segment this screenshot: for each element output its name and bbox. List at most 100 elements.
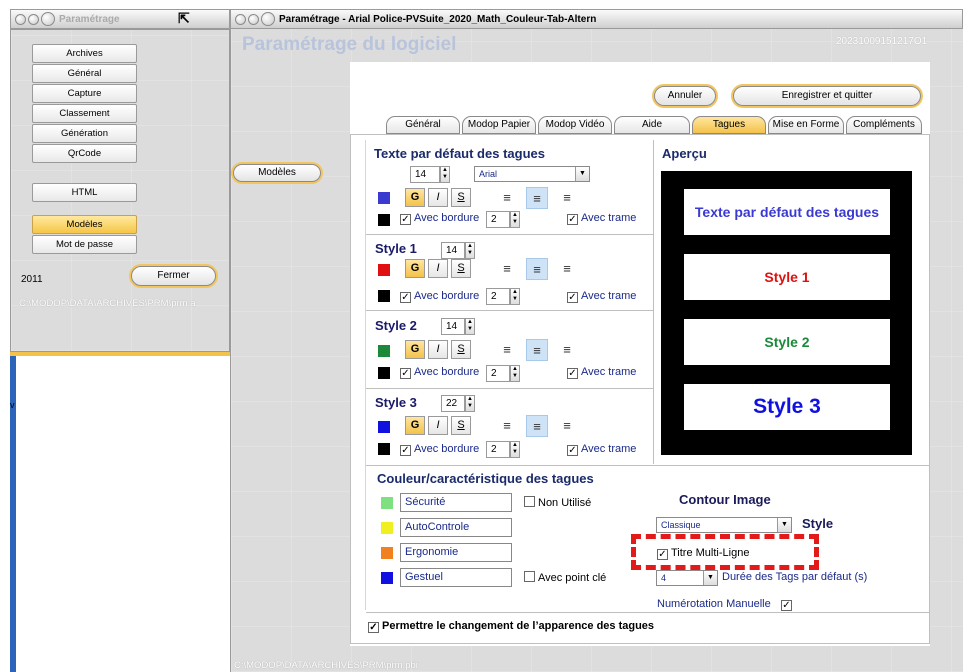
minimize-dot-icon[interactable] xyxy=(28,13,39,25)
style1-border-swatch[interactable] xyxy=(378,290,390,302)
style3-color-swatch[interactable] xyxy=(378,421,390,433)
style2-italic-button[interactable]: I xyxy=(428,340,448,359)
chevron-down-icon: ▼ xyxy=(777,518,791,532)
align-right-icon[interactable]: ≡ xyxy=(556,187,578,209)
nav-generation[interactable]: Génération xyxy=(32,124,137,143)
style1-size-stepper[interactable]: ▲ ▼ xyxy=(465,242,475,259)
nav-mot-de-passe[interactable]: Mot de passe xyxy=(32,235,137,254)
texte-size-field[interactable]: 14 xyxy=(410,166,440,183)
tab-modop-video[interactable]: Modop Vidéo xyxy=(538,116,612,134)
gestuel-field[interactable]: Gestuel xyxy=(400,568,512,587)
style1-border-stepper[interactable]: ▲ ▼ xyxy=(510,288,520,305)
align-right-icon[interactable]: ≡ xyxy=(556,258,578,280)
style2-border-field[interactable]: 2 xyxy=(486,365,510,382)
style2-size-stepper[interactable]: ▲ ▼ xyxy=(465,318,475,335)
nav-capture[interactable]: Capture xyxy=(32,84,137,103)
style3-border-stepper[interactable]: ▲ ▼ xyxy=(510,441,520,458)
style3-size-field[interactable]: 22 xyxy=(441,395,465,412)
nav-modeles[interactable]: Modèles xyxy=(32,215,137,234)
style2-trame-checkbox[interactable]: ✓ Avec trame xyxy=(567,366,636,379)
autocontrole-swatch[interactable] xyxy=(381,522,393,534)
tab-general[interactable]: Général xyxy=(386,116,460,134)
style1-trame-checkbox[interactable]: ✓ Avec trame xyxy=(567,290,636,303)
tab-complements[interactable]: Compléments xyxy=(846,116,922,134)
style1-size-field[interactable]: 14 xyxy=(441,242,465,259)
style3-italic-button[interactable]: I xyxy=(428,416,448,435)
style1-italic-button[interactable]: I xyxy=(428,259,448,278)
style3-bordure-checkbox[interactable]: ✓ Avec bordure xyxy=(400,443,479,456)
texte-size-stepper[interactable]: ▲ ▼ xyxy=(440,166,450,183)
close-dot-icon[interactable] xyxy=(235,13,246,25)
nav-html[interactable]: HTML xyxy=(32,183,137,202)
align-left-icon[interactable]: ≡ xyxy=(496,415,518,437)
gestuel-swatch[interactable] xyxy=(381,572,393,584)
numerotation-checkbox[interactable]: ✓ xyxy=(781,598,795,611)
style2-underline-button[interactable]: S xyxy=(451,340,471,359)
avec-trame-checkbox[interactable]: ✓ Avec trame xyxy=(567,212,636,225)
style2-color-swatch[interactable] xyxy=(378,345,390,357)
style3-size-stepper[interactable]: ▲ ▼ xyxy=(465,395,475,412)
avec-bordure-checkbox[interactable]: ✓ Avec bordure xyxy=(400,212,479,225)
modeles-side-button[interactable]: Modèles xyxy=(233,164,321,182)
style2-bold-button[interactable]: G xyxy=(405,340,425,359)
underline-button[interactable]: S xyxy=(451,188,471,207)
ergonomie-field[interactable]: Ergonomie xyxy=(400,543,512,562)
align-left-icon[interactable]: ≡ xyxy=(496,187,518,209)
left-window-body: Archives Général Capture Classement Géné… xyxy=(10,29,230,352)
style2-size-field[interactable]: 14 xyxy=(441,318,465,335)
font-dropdown[interactable]: Arial ▼ xyxy=(474,166,590,182)
border-color-swatch[interactable] xyxy=(378,214,390,226)
zoom-dot-icon[interactable] xyxy=(41,12,55,26)
style3-border-swatch[interactable] xyxy=(378,443,390,455)
zoom-dot-icon[interactable] xyxy=(261,12,275,26)
non-utilise-checkbox[interactable]: Non Utilisé xyxy=(524,496,591,509)
bold-button[interactable]: G xyxy=(405,188,425,207)
align-right-icon[interactable]: ≡ xyxy=(556,415,578,437)
style-dropdown[interactable]: Classique ▼ xyxy=(656,517,792,533)
style1-color-swatch[interactable] xyxy=(378,264,390,276)
annuler-button[interactable]: Annuler xyxy=(654,86,716,106)
border-size-field[interactable]: 2 xyxy=(486,211,510,228)
texte-color-swatch[interactable] xyxy=(378,192,390,204)
preview-texte: Texte par défaut des tagues xyxy=(684,189,890,235)
style1-border-field[interactable]: 2 xyxy=(486,288,510,305)
ergonomie-swatch[interactable] xyxy=(381,547,393,559)
style3-underline-button[interactable]: S xyxy=(451,416,471,435)
style1-bold-button[interactable]: G xyxy=(405,259,425,278)
align-left-icon[interactable]: ≡ xyxy=(496,339,518,361)
align-center-icon[interactable]: ≡ xyxy=(526,258,548,280)
style1-bordure-checkbox[interactable]: ✓ Avec bordure xyxy=(400,290,479,303)
align-center-icon[interactable]: ≡ xyxy=(526,187,548,209)
nav-general[interactable]: Général xyxy=(32,64,137,83)
fermer-button[interactable]: Fermer xyxy=(131,266,216,286)
border-size-stepper[interactable]: ▲ ▼ xyxy=(510,211,520,228)
point-cle-checkbox[interactable]: Avec point clé xyxy=(524,571,606,584)
autocontrole-field[interactable]: AutoControle xyxy=(400,518,512,537)
securite-swatch[interactable] xyxy=(381,497,393,509)
style2-border-stepper[interactable]: ▲ ▼ xyxy=(510,365,520,382)
style2-bordure-checkbox[interactable]: ✓ Avec bordure xyxy=(400,366,479,379)
align-center-icon[interactable]: ≡ xyxy=(526,415,548,437)
duree-dropdown[interactable]: 4 ▼ xyxy=(656,570,718,586)
permettre-checkbox[interactable]: ✓ Permettre le changement de l’apparence … xyxy=(368,620,654,633)
enregistrer-button[interactable]: Enregistrer et quitter xyxy=(733,86,921,106)
tab-aide[interactable]: Aide xyxy=(614,116,690,134)
italic-button[interactable]: I xyxy=(428,188,448,207)
minimize-dot-icon[interactable] xyxy=(248,13,259,25)
align-left-icon[interactable]: ≡ xyxy=(496,258,518,280)
nav-qrcode[interactable]: QrCode xyxy=(32,144,137,163)
nav-archives[interactable]: Archives xyxy=(32,44,137,63)
style2-border-swatch[interactable] xyxy=(378,367,390,379)
align-right-icon[interactable]: ≡ xyxy=(556,339,578,361)
securite-field[interactable]: Sécurité xyxy=(400,493,512,512)
tab-mise-en-forme[interactable]: Mise en Forme xyxy=(768,116,844,134)
style3-border-field[interactable]: 2 xyxy=(486,441,510,458)
close-dot-icon[interactable] xyxy=(15,13,26,25)
tab-tagues[interactable]: Tagues xyxy=(692,116,766,134)
style3-trame-checkbox[interactable]: ✓ Avec trame xyxy=(567,443,636,456)
style3-bold-button[interactable]: G xyxy=(405,416,425,435)
nav-classement[interactable]: Classement xyxy=(32,104,137,123)
tab-modop-papier[interactable]: Modop Papier xyxy=(462,116,536,134)
style1-underline-button[interactable]: S xyxy=(451,259,471,278)
align-center-icon[interactable]: ≡ xyxy=(526,339,548,361)
